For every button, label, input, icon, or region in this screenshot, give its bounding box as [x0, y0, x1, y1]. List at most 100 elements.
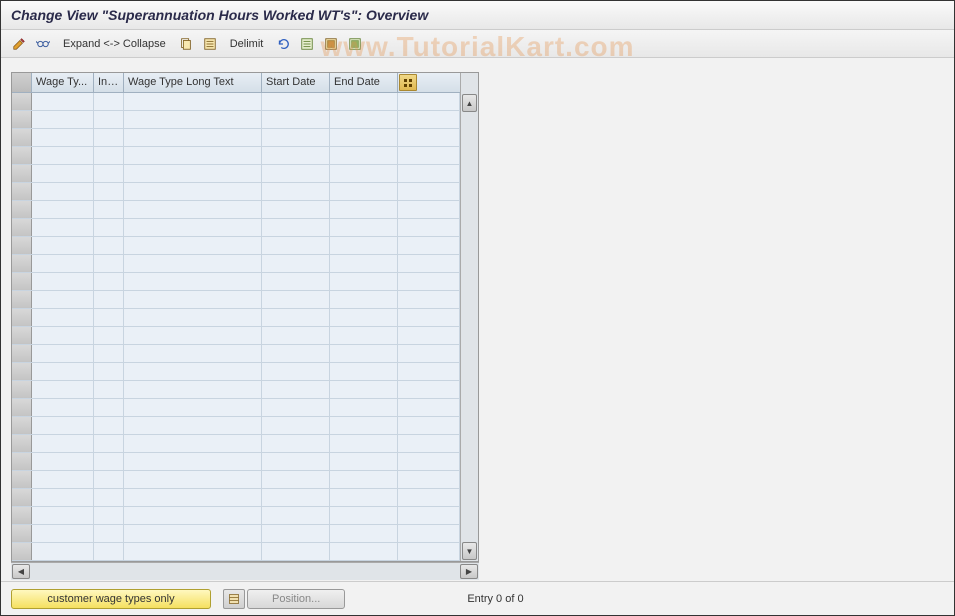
cell-start-date[interactable]: [262, 363, 330, 380]
cell-infotype[interactable]: [94, 309, 124, 326]
cell-long-text[interactable]: [124, 381, 262, 398]
cell-long-text[interactable]: [124, 399, 262, 416]
cell-end-date[interactable]: [330, 237, 398, 254]
cell-infotype[interactable]: [94, 219, 124, 236]
cell-wage-type[interactable]: [32, 363, 94, 380]
cell-wage-type[interactable]: [32, 309, 94, 326]
row-selector[interactable]: [12, 453, 32, 470]
cell-wage-type[interactable]: [32, 273, 94, 290]
row-selector[interactable]: [12, 309, 32, 326]
cell-infotype[interactable]: [94, 201, 124, 218]
cell-infotype[interactable]: [94, 147, 124, 164]
select-all-icon[interactable]: [200, 34, 220, 54]
cell-end-date[interactable]: [330, 543, 398, 560]
cell-long-text[interactable]: [124, 435, 262, 452]
cell-end-date[interactable]: [330, 417, 398, 434]
row-selector[interactable]: [12, 237, 32, 254]
cell-infotype[interactable]: [94, 507, 124, 524]
cell-long-text[interactable]: [124, 219, 262, 236]
cell-start-date[interactable]: [262, 525, 330, 542]
cell-end-date[interactable]: [330, 219, 398, 236]
cell-infotype[interactable]: [94, 399, 124, 416]
row-selector[interactable]: [12, 417, 32, 434]
cell-infotype[interactable]: [94, 327, 124, 344]
cell-infotype[interactable]: [94, 363, 124, 380]
cell-wage-type[interactable]: [32, 435, 94, 452]
cell-wage-type[interactable]: [32, 129, 94, 146]
cell-long-text[interactable]: [124, 525, 262, 542]
cell-end-date[interactable]: [330, 327, 398, 344]
cell-long-text[interactable]: [124, 489, 262, 506]
cell-end-date[interactable]: [330, 507, 398, 524]
cell-start-date[interactable]: [262, 219, 330, 236]
row-selector[interactable]: [12, 399, 32, 416]
cell-end-date[interactable]: [330, 291, 398, 308]
cell-infotype[interactable]: [94, 183, 124, 200]
row-selector[interactable]: [12, 273, 32, 290]
cell-end-date[interactable]: [330, 381, 398, 398]
table-settings-icon[interactable]: [399, 74, 417, 91]
column-header-infotype[interactable]: Inf...: [94, 73, 124, 92]
cell-end-date[interactable]: [330, 129, 398, 146]
cell-infotype[interactable]: [94, 255, 124, 272]
cell-start-date[interactable]: [262, 183, 330, 200]
row-selector[interactable]: [12, 471, 32, 488]
cell-long-text[interactable]: [124, 309, 262, 326]
undo-icon[interactable]: [273, 34, 293, 54]
cell-end-date[interactable]: [330, 489, 398, 506]
cell-infotype[interactable]: [94, 471, 124, 488]
cell-start-date[interactable]: [262, 129, 330, 146]
cell-long-text[interactable]: [124, 237, 262, 254]
row-selector[interactable]: [12, 165, 32, 182]
row-selector[interactable]: [12, 183, 32, 200]
cell-wage-type[interactable]: [32, 165, 94, 182]
row-selector[interactable]: [12, 381, 32, 398]
row-selector[interactable]: [12, 291, 32, 308]
cell-wage-type[interactable]: [32, 525, 94, 542]
row-selector[interactable]: [12, 255, 32, 272]
cell-end-date[interactable]: [330, 93, 398, 110]
cell-infotype[interactable]: [94, 381, 124, 398]
scroll-left-icon[interactable]: ◀: [12, 564, 30, 579]
cell-end-date[interactable]: [330, 471, 398, 488]
cell-infotype[interactable]: [94, 93, 124, 110]
scroll-track-horizontal[interactable]: [31, 563, 459, 580]
cell-wage-type[interactable]: [32, 237, 94, 254]
position-button[interactable]: Position...: [247, 589, 345, 609]
cell-end-date[interactable]: [330, 453, 398, 470]
cell-wage-type[interactable]: [32, 111, 94, 128]
toggle-change-icon[interactable]: [9, 34, 29, 54]
cell-infotype[interactable]: [94, 543, 124, 560]
row-selector[interactable]: [12, 363, 32, 380]
cell-start-date[interactable]: [262, 345, 330, 362]
cell-long-text[interactable]: [124, 543, 262, 560]
cell-wage-type[interactable]: [32, 417, 94, 434]
cell-long-text[interactable]: [124, 165, 262, 182]
cell-wage-type[interactable]: [32, 255, 94, 272]
cell-start-date[interactable]: [262, 201, 330, 218]
column-header-end-date[interactable]: End Date: [330, 73, 398, 92]
cell-wage-type[interactable]: [32, 147, 94, 164]
cell-start-date[interactable]: [262, 291, 330, 308]
cell-end-date[interactable]: [330, 399, 398, 416]
cell-infotype[interactable]: [94, 489, 124, 506]
select-all-header[interactable]: [12, 73, 32, 92]
cell-wage-type[interactable]: [32, 345, 94, 362]
select-block-icon[interactable]: [321, 34, 341, 54]
scroll-down-icon[interactable]: ▼: [462, 542, 477, 560]
row-selector[interactable]: [12, 525, 32, 542]
cell-long-text[interactable]: [124, 507, 262, 524]
customer-wage-types-button[interactable]: customer wage types only: [11, 589, 211, 609]
scroll-track-vertical[interactable]: [461, 113, 478, 541]
cell-end-date[interactable]: [330, 525, 398, 542]
cell-wage-type[interactable]: [32, 183, 94, 200]
cell-long-text[interactable]: [124, 471, 262, 488]
cell-long-text[interactable]: [124, 291, 262, 308]
cell-wage-type[interactable]: [32, 489, 94, 506]
row-selector[interactable]: [12, 543, 32, 560]
column-header-long-text[interactable]: Wage Type Long Text: [124, 73, 262, 92]
cell-end-date[interactable]: [330, 435, 398, 452]
cell-infotype[interactable]: [94, 345, 124, 362]
cell-start-date[interactable]: [262, 273, 330, 290]
cell-start-date[interactable]: [262, 165, 330, 182]
